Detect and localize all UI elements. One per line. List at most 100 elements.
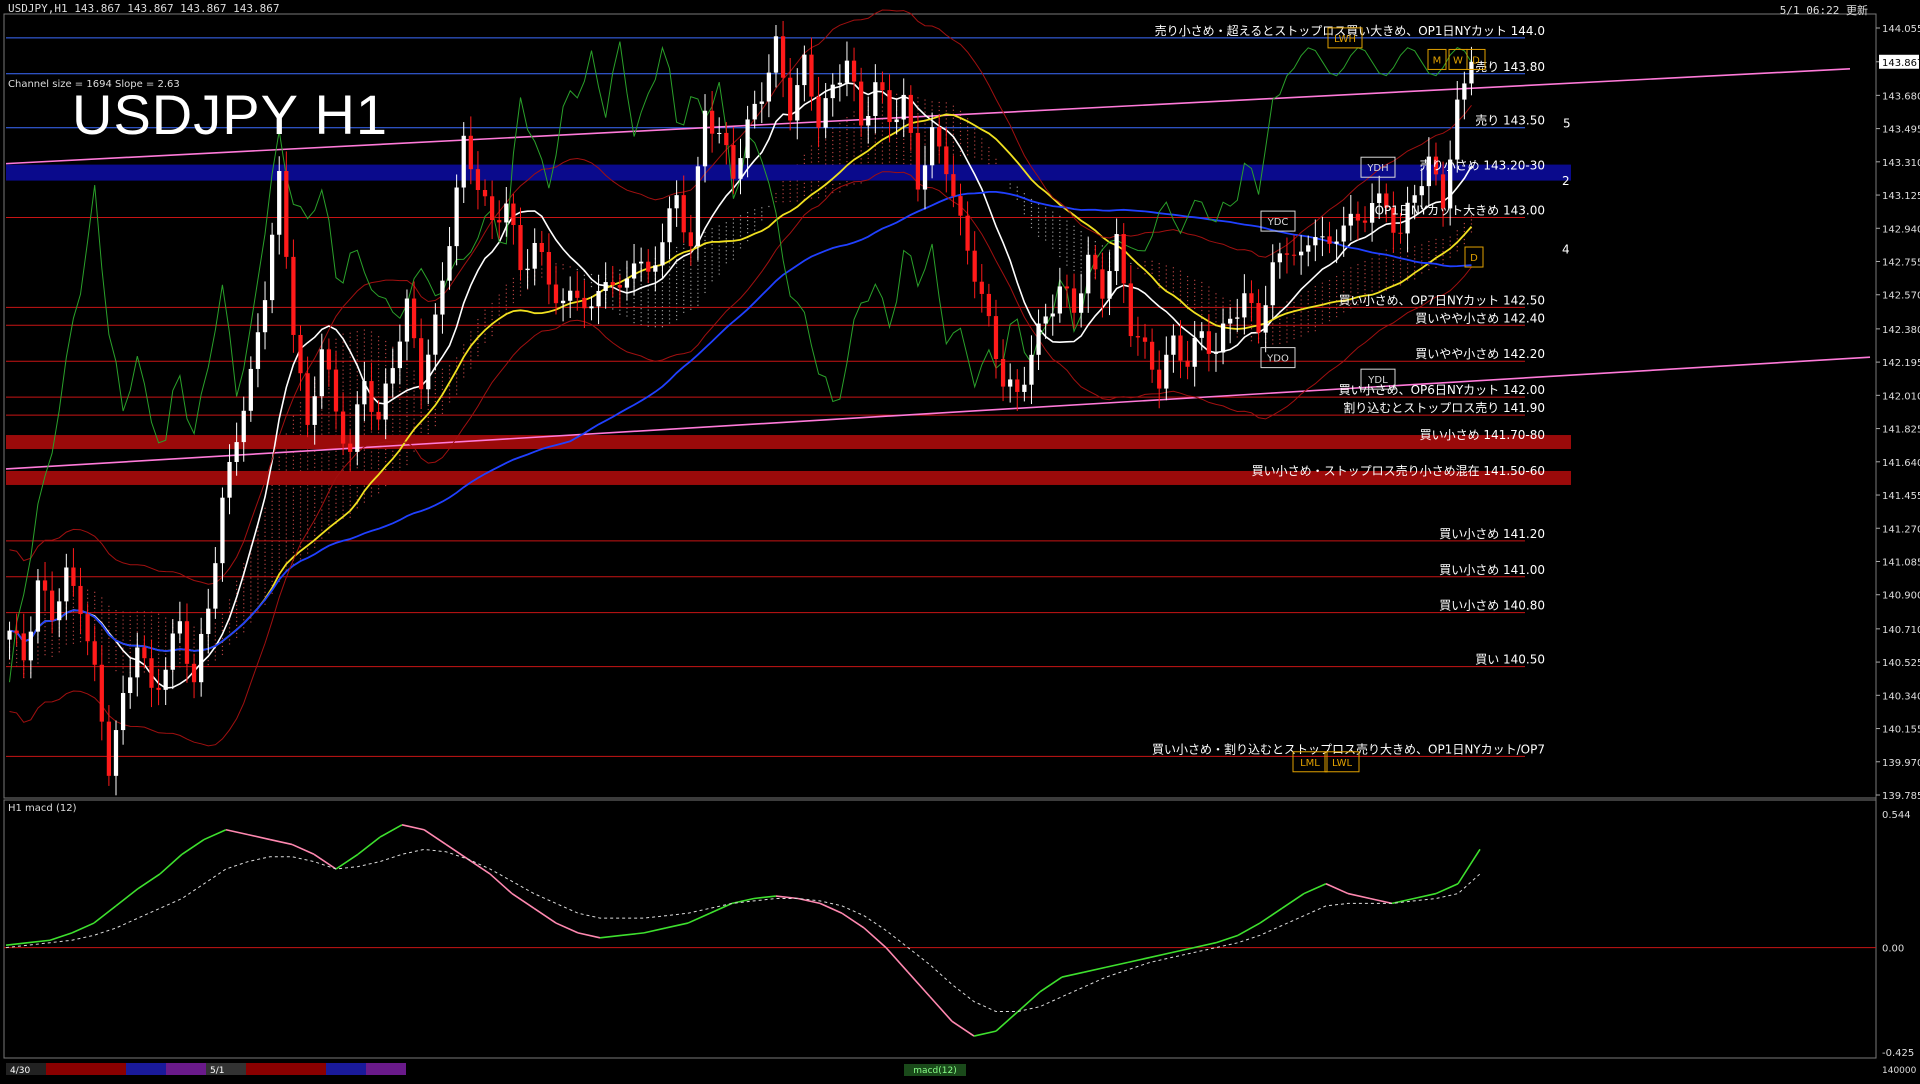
cloud-dot: [846, 133, 848, 135]
candle-bear: [780, 36, 786, 78]
cloud-dot: [165, 629, 167, 631]
cloud-dot: [392, 454, 394, 456]
cloud-dot: [952, 125, 954, 127]
chart-canvas: 売り小さめ・超えるとストップロス買い大きめ、OP1日NYカット 144.0売り …: [3, 9, 1920, 1076]
cloud-dot: [867, 161, 869, 163]
cloud-dot: [1399, 280, 1402, 282]
candle-bull: [1341, 225, 1346, 242]
cloud-dot: [1314, 290, 1316, 292]
cloud-dot: [803, 194, 805, 196]
cloud-dot: [456, 385, 458, 387]
cloud-dot: [292, 467, 295, 469]
cloud-dot: [456, 357, 458, 359]
candle-bear: [1000, 359, 1006, 387]
cloud-dot: [385, 456, 387, 459]
cloud-dot: [399, 418, 401, 420]
cloud-dot: [257, 546, 259, 548]
cloud-dot: [115, 649, 117, 652]
box-label: YDL: [1367, 375, 1388, 386]
cloud-dot: [307, 492, 309, 494]
cloud-dot: [874, 141, 876, 143]
cloud-dot: [87, 593, 89, 595]
cloud-dot: [910, 155, 912, 157]
cloud-dot: [221, 649, 224, 652]
macd-segment: [137, 873, 161, 890]
cloud-dot: [1208, 310, 1210, 312]
cloud-dot: [732, 226, 735, 228]
macd-segment: [1193, 941, 1217, 949]
candle-bull: [383, 383, 388, 420]
cloud-dot: [952, 149, 954, 151]
cloud-dot: [363, 329, 365, 331]
cloud-dot: [328, 464, 330, 466]
cloud-dot: [321, 525, 323, 527]
cloud-dot: [1279, 338, 1281, 340]
cloud-dot: [796, 196, 798, 198]
cloud-dot: [427, 432, 429, 435]
cloud-dot: [264, 547, 266, 549]
y-tick-label: 144.055: [1882, 24, 1920, 35]
cloud-dot: [668, 274, 671, 276]
cloud-dot: [796, 188, 798, 190]
cloud-dot: [732, 254, 735, 256]
cloud-dot: [356, 347, 358, 349]
cloud-dot: [299, 458, 302, 460]
cloud-dot: [477, 355, 479, 357]
cloud-dot: [16, 661, 18, 663]
cloud-dot: [966, 134, 969, 136]
cloud-dot: [335, 510, 337, 512]
cloud-dot: [711, 228, 713, 230]
cloud-dot: [314, 534, 316, 536]
cloud-dot: [1399, 252, 1402, 254]
candle-bear: [1249, 293, 1254, 304]
cloud-dot: [108, 629, 110, 631]
cloud-dot: [491, 318, 493, 321]
candle-bull: [269, 234, 275, 301]
cloud-dot: [704, 287, 706, 290]
cloud-dot: [874, 157, 876, 159]
cloud-dot: [1350, 271, 1352, 273]
cloud-dot: [370, 331, 373, 333]
cloud-dot: [278, 460, 280, 462]
cloud-dot: [1201, 285, 1203, 288]
cloud-dot: [363, 349, 365, 351]
cloud-dot: [321, 425, 323, 427]
cloud-dot: [931, 109, 933, 111]
cloud-dot: [860, 162, 862, 164]
cloud-dot: [349, 364, 351, 366]
cloud-dot: [1343, 275, 1345, 277]
cloud-dot: [1328, 319, 1331, 322]
cloud-dot: [370, 339, 373, 341]
cloud-dot: [72, 618, 75, 620]
cloud-dot: [377, 356, 380, 358]
cloud-dot: [285, 537, 287, 539]
cloud-dot: [888, 157, 891, 159]
y-tick-label: 142.940: [1882, 224, 1920, 235]
cloud-dot: [434, 424, 436, 427]
cloud-dot: [633, 313, 635, 316]
cloud-dot: [356, 375, 358, 377]
cloud-dot: [846, 153, 848, 155]
cloud-dot: [839, 155, 841, 157]
cloud-dot: [1250, 340, 1253, 342]
candle-bull: [660, 242, 665, 266]
cloud-dot: [335, 458, 337, 460]
candle-bull: [7, 630, 12, 640]
cloud-dot: [1463, 226, 1465, 229]
cloud-dot: [37, 662, 39, 664]
candle-bear: [859, 81, 864, 126]
cloud-dot: [420, 431, 422, 433]
cloud-dot: [910, 151, 912, 153]
cloud-dot: [370, 463, 373, 465]
cloud-dot: [370, 487, 373, 489]
cloud-dot: [647, 301, 649, 303]
cloud-dot: [1165, 277, 1167, 279]
cloud-dot: [292, 495, 295, 497]
cloud-dot: [1378, 286, 1380, 288]
cloud-dot: [1059, 227, 1061, 230]
cloud-dot: [264, 507, 266, 509]
cloud-dot: [363, 433, 365, 435]
cloud-dot: [278, 548, 280, 550]
box-label: LWH: [1334, 34, 1356, 45]
cloud-dot: [342, 509, 344, 511]
